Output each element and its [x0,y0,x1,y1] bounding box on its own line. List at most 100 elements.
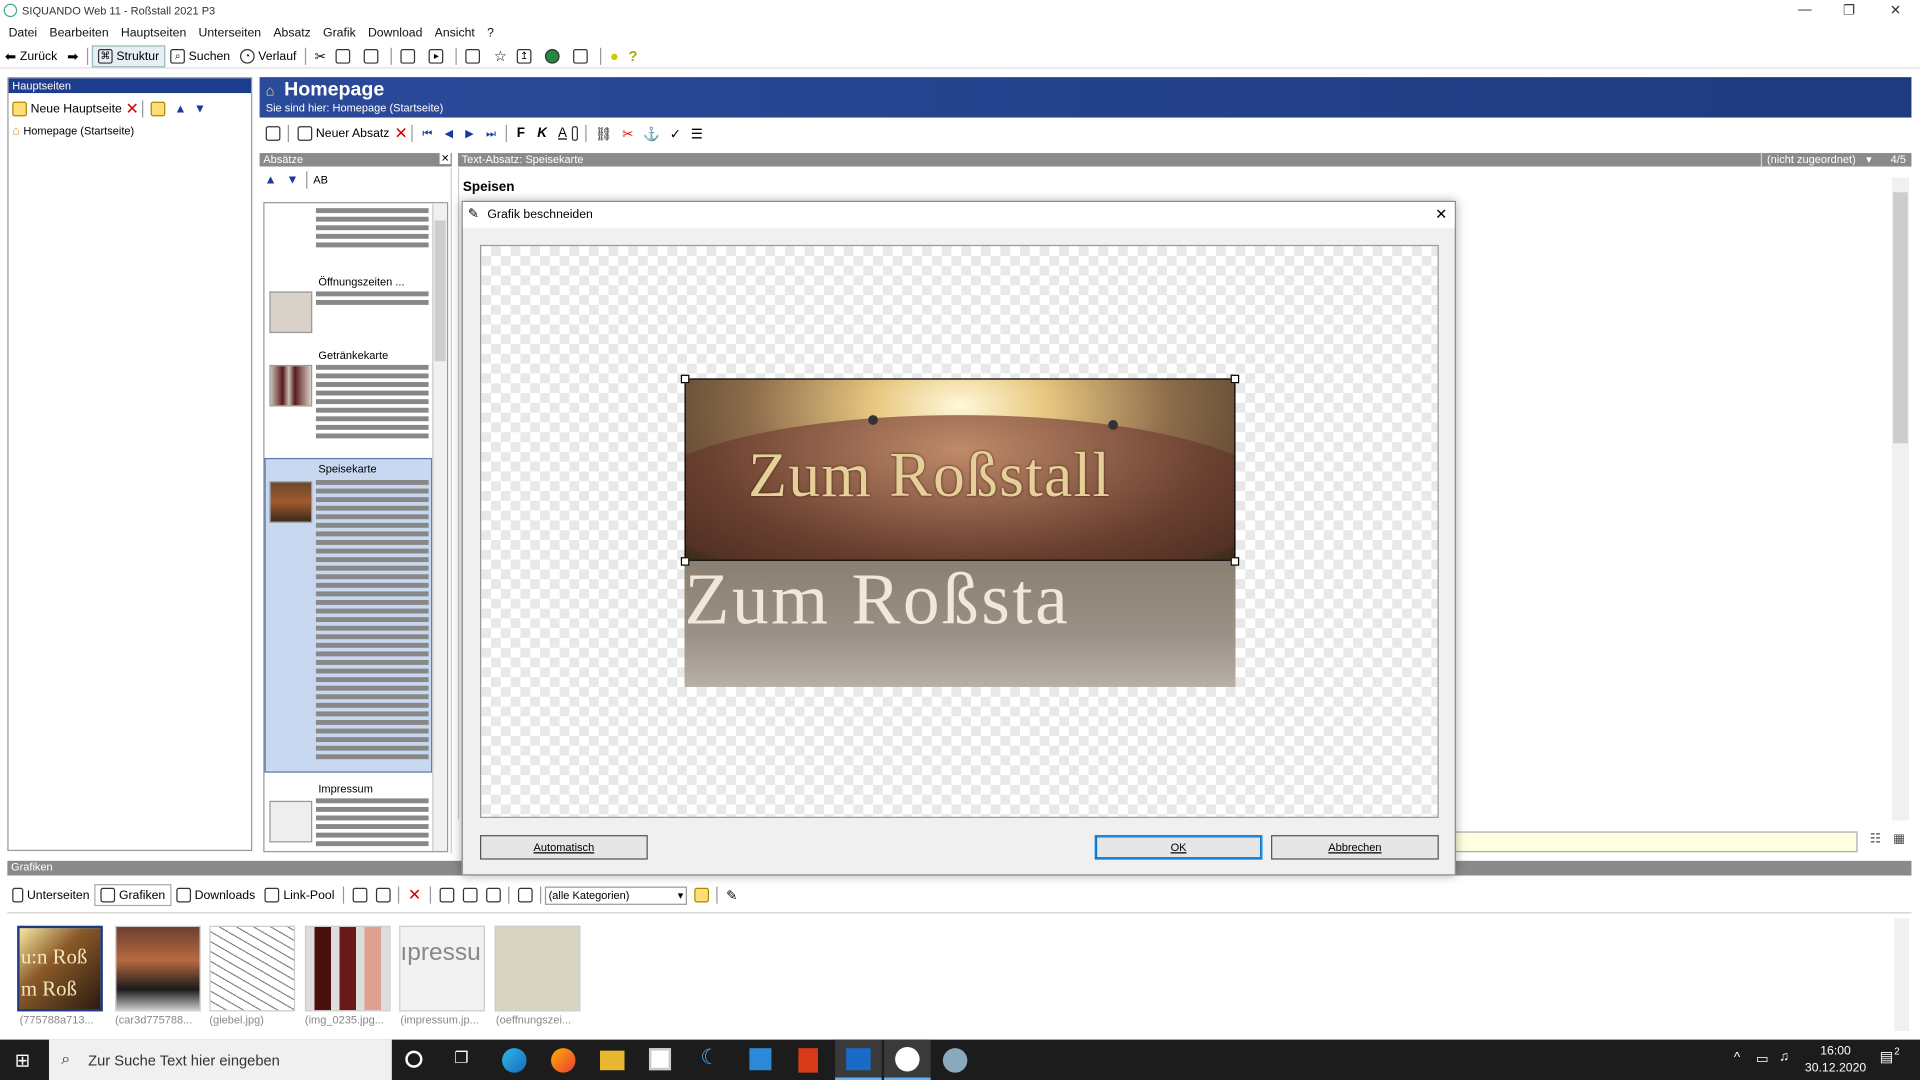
add-image-icon[interactable] [352,887,368,903]
clock-date[interactable]: 30.12.2020 [1805,1062,1866,1075]
tab-unterseiten[interactable]: Unterseiten [7,884,94,906]
auto-button[interactable]: Automatisch [480,835,648,860]
delete-paragraph-icon[interactable]: ✕ [394,124,407,144]
scrollbar-thumb[interactable] [1893,192,1908,444]
task-view-icon[interactable]: ❐ [454,1048,468,1068]
menu-bearbeiten[interactable]: Bearbeiten [49,27,108,40]
paint-icon[interactable] [942,1048,968,1073]
list-view-icon[interactable]: ☷ [1870,833,1881,846]
font-color-icon[interactable]: A [558,126,567,141]
crop-handle-bottom-left[interactable] [680,557,690,566]
forward-button[interactable]: ➡ [62,45,83,67]
wand-icon[interactable]: ✎ [726,887,737,903]
tab-link-pool[interactable]: Link-Pool [260,884,339,906]
page-preview-button[interactable] [568,45,596,67]
properties-button[interactable] [396,45,424,67]
list-item-oeffnungszeiten[interactable]: Öffnungszeiten ... [267,274,432,338]
structure-button[interactable]: ⌘ Struktur [91,45,166,68]
list-item-speisekarte[interactable]: Speisekarte [264,457,433,773]
gallery-scrollbar[interactable] [1894,918,1909,1032]
volume-icon[interactable]: ♫ [1779,1049,1789,1064]
store-icon[interactable] [648,1048,672,1071]
close-dialog-button[interactable]: ✕ [1435,206,1447,223]
sort-alpha-icon[interactable]: AB [313,174,328,186]
previous-icon[interactable]: ◀ [445,127,453,140]
move-down-icon[interactable]: ▼ [286,173,298,186]
menu-absatz[interactable]: Absatz [273,27,310,40]
grid-view-icon[interactable]: ▦ [1893,833,1905,846]
notifications-icon[interactable]: ▤ [1880,1048,1894,1065]
gallery-thumbnail-1[interactable]: u:n Roß m Roß [17,925,103,1012]
clock-time[interactable]: 16:00 [1805,1044,1866,1057]
tab-grafiken[interactable]: Grafiken [94,884,172,907]
edit-image-icon[interactable] [376,887,391,903]
next-icon[interactable]: ▶ [465,127,473,140]
windows-start-icon[interactable]: ⊞ [15,1049,30,1072]
delete-image-icon[interactable]: ✕ [408,885,421,905]
move-up-icon[interactable]: ▲ [174,102,186,115]
office-icon[interactable] [798,1048,818,1073]
menu-datei[interactable]: Datei [9,27,38,40]
menu-unterseiten[interactable]: Unterseiten [199,27,262,40]
history-button[interactable]: ◔ Verlauf [235,45,301,67]
firefox-icon[interactable] [551,1048,576,1073]
preview-button[interactable]: ▸ [424,45,452,67]
category-folder-icon[interactable] [694,887,710,903]
chevron-up-icon[interactable]: ^ [1734,1051,1740,1066]
tips-button[interactable]: ● [605,45,624,67]
category-dropdown[interactable]: (alle Kategorien) ▾ [544,885,687,905]
search-button[interactable]: ⌕ Suchen [165,45,235,67]
crop-canvas[interactable]: Zum Roßstall Zum Roßsta [480,244,1439,818]
app-icon-calc[interactable] [749,1048,772,1071]
export-button[interactable] [461,45,489,67]
list-item-impressum[interactable]: Impressum [267,781,432,851]
move-up-icon[interactable]: ▲ [264,173,276,186]
zoom-image-icon[interactable] [439,887,455,903]
italic-icon[interactable]: K [537,126,547,141]
link-icon[interactable]: ⛓ [595,126,612,142]
import-image-icon[interactable] [486,887,501,903]
menu-grafik[interactable]: Grafik [323,27,356,40]
layout-icon[interactable] [265,126,281,141]
back-button[interactable]: ⬅ Zurück [0,45,62,67]
gallery-thumbnail-2[interactable] [115,925,201,1012]
gallery-thumbnail-4[interactable] [304,925,391,1012]
crop-handle-top-left[interactable] [680,374,690,384]
menu-ansicht[interactable]: Ansicht [435,27,475,40]
siquando-taskbar-item[interactable] [884,1039,931,1080]
tab-downloads[interactable]: Downloads [171,884,260,906]
paste-button[interactable] [359,45,387,67]
view-mode-icon[interactable] [518,887,533,903]
gallery-thumbnail-3[interactable] [209,925,296,1012]
chevron-down-icon[interactable]: ▾ [1866,153,1872,166]
gallery-thumbnail-5[interactable]: ıpressu [399,925,485,1012]
list-item-getraenkekarte[interactable]: Getränkekarte [267,348,432,446]
list-item[interactable] [315,208,429,251]
network-icon[interactable]: ▭ [1756,1051,1769,1067]
taskbar-search[interactable]: ⌕ Zur Suche Text hier eingeben [48,1039,392,1080]
spellcheck-icon[interactable]: ✓ [670,126,681,142]
export-image-icon[interactable] [462,887,478,903]
outlook-taskbar-item[interactable] [835,1039,882,1080]
new-paragraph-button[interactable]: Neuer Absatz [293,122,395,144]
menu-download[interactable]: Download [368,27,422,40]
menu-hauptseiten[interactable]: Hauptseiten [121,27,186,40]
unlink-icon[interactable]: ✂ [622,126,633,142]
tree-item-homepage[interactable]: ⌂ Homepage (Startseite) [9,122,251,139]
list-icon[interactable]: ☰ [691,126,703,142]
last-icon[interactable]: ⏭ [486,127,496,140]
restore-button[interactable]: ❐ [1837,2,1861,19]
bold-icon[interactable]: F [517,126,525,141]
crop-handle-top-right[interactable] [1230,374,1240,384]
favorites-button[interactable]: ☆ [489,45,512,67]
marker-icon[interactable] [571,126,579,141]
edge-icon[interactable] [502,1048,527,1073]
delete-icon[interactable]: ✕ [126,99,139,119]
minimize-button[interactable]: — [1793,2,1817,17]
cancel-button[interactable]: Abbrechen [1271,835,1439,860]
move-down-icon[interactable]: ▼ [194,102,206,115]
publish-button[interactable] [540,45,568,67]
first-icon[interactable]: ⏮ [422,127,432,140]
open-folder-icon[interactable] [151,101,166,117]
anchor-icon[interactable]: ⚓ [643,126,660,142]
